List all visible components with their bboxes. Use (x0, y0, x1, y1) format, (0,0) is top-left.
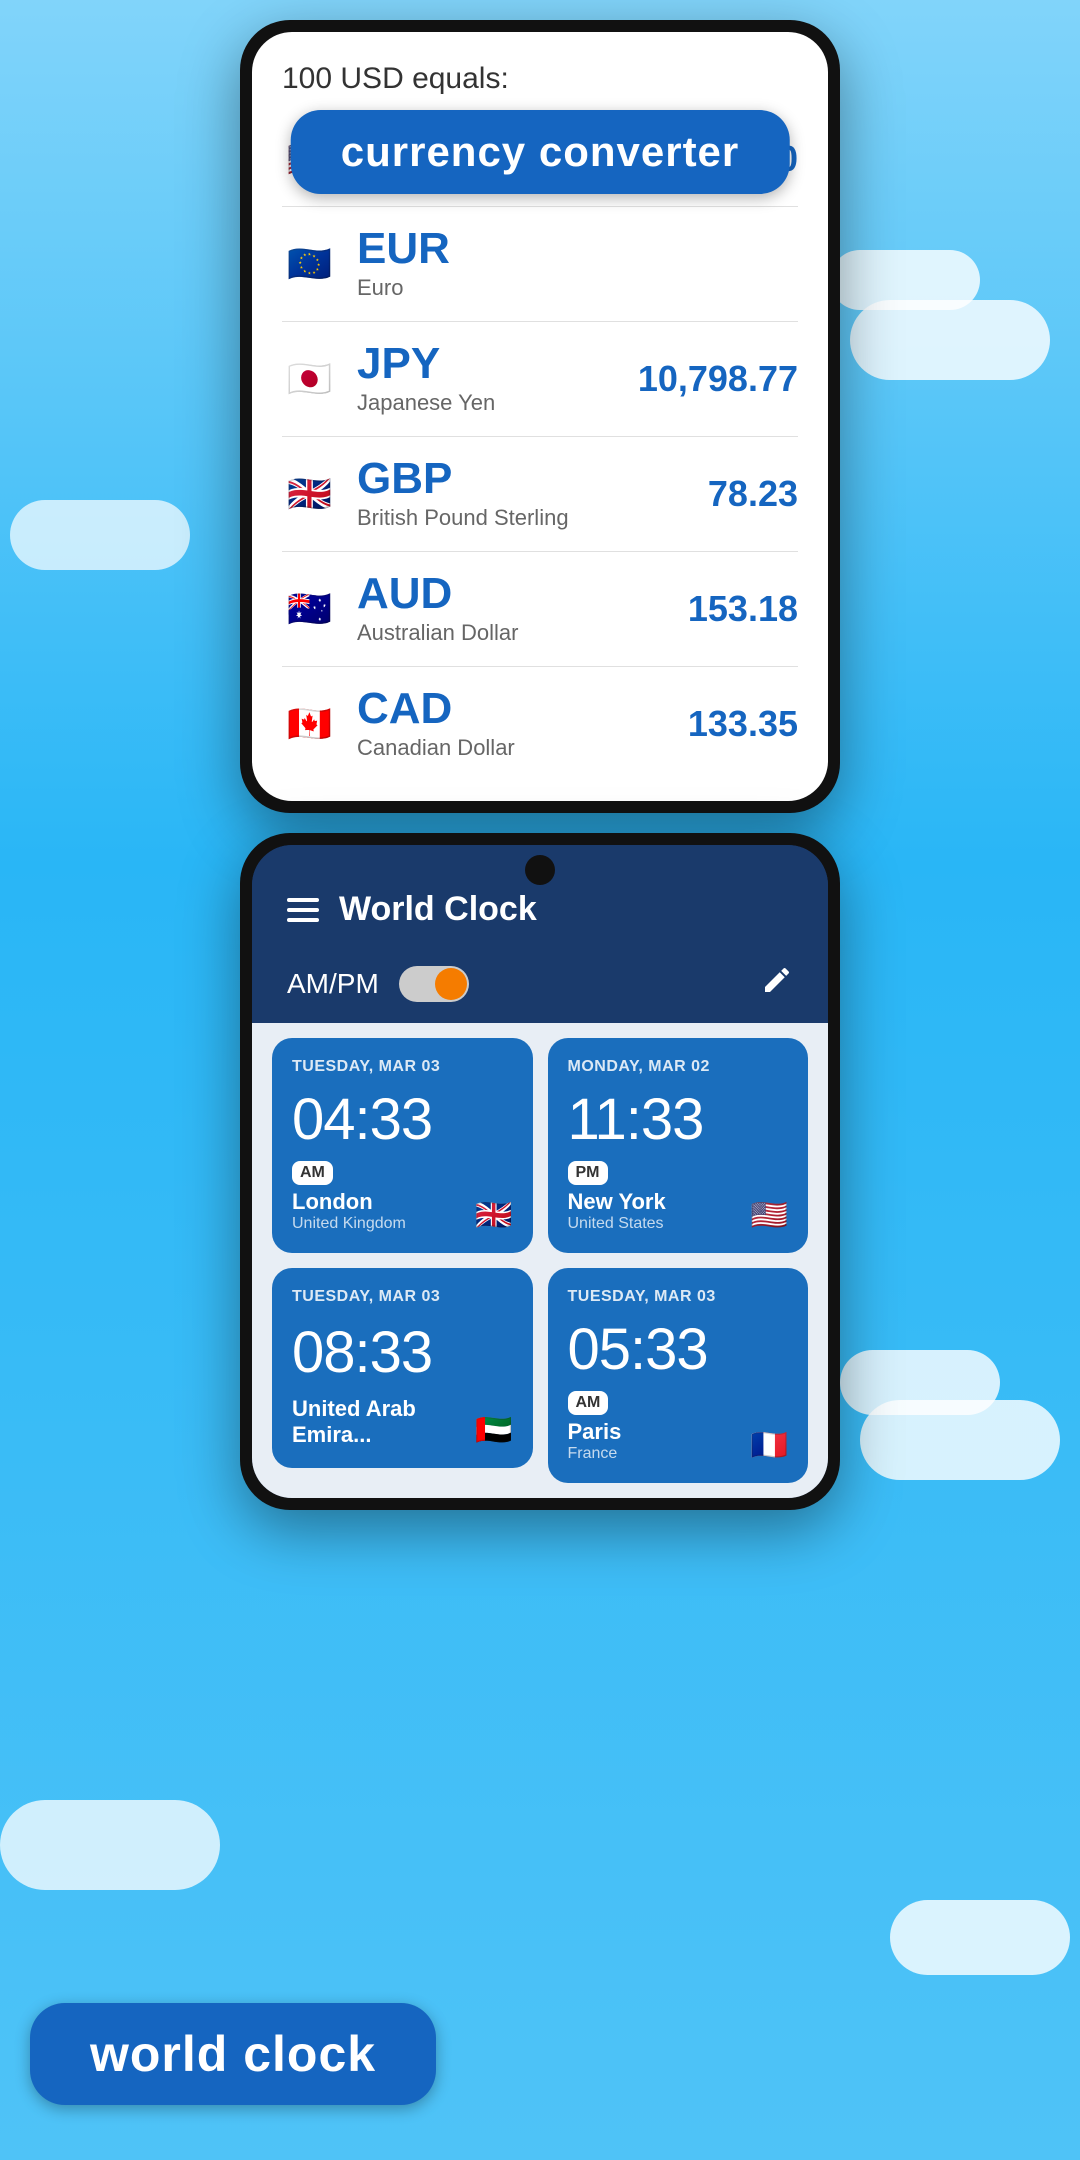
world-clock-bottom-label: world clock (30, 2003, 436, 2105)
newyork-date: MONDAY, MAR 02 (568, 1058, 789, 1076)
currency-converter-phone: currency converter 100 USD equals: 🇺🇸 US… (240, 20, 840, 813)
jpy-code: JPY (357, 342, 638, 386)
eur-name: Euro (357, 275, 798, 301)
clock-card-paris[interactable]: TUESDAY, MAR 03 05:33 AM Paris France 🇫🇷 (548, 1268, 809, 1483)
london-time: 04:33 (292, 1086, 513, 1153)
aud-info: AUD Australian Dollar (357, 572, 688, 646)
paris-date: TUESDAY, MAR 03 (568, 1288, 789, 1306)
cad-code: CAD (357, 687, 688, 731)
gbp-code: GBP (357, 457, 708, 501)
newyork-footer: PM New York United States 🇺🇸 (568, 1161, 789, 1233)
jpy-flag: 🇯🇵 (282, 352, 337, 407)
eur-flag: 🇪🇺 (282, 237, 337, 292)
newyork-country: United States (568, 1215, 666, 1233)
currency-row-eur[interactable]: 🇪🇺 EUR Euro (282, 207, 798, 322)
london-date: TUESDAY, MAR 03 (292, 1058, 513, 1076)
jpy-name: Japanese Yen (357, 390, 638, 416)
london-city-info: AM London United Kingdom (292, 1161, 406, 1233)
currency-row-gbp[interactable]: 🇬🇧 GBP British Pound Sterling 78.23 (282, 437, 798, 552)
newyork-city: New York (568, 1189, 666, 1215)
phone-notch (525, 855, 555, 885)
clock-card-newyork[interactable]: MONDAY, MAR 02 11:33 PM New York United … (548, 1038, 809, 1253)
newyork-time: 11:33 (568, 1086, 789, 1153)
world-clock-toolbar: AM/PM (252, 949, 828, 1023)
london-city: London (292, 1189, 406, 1215)
uae-date: TUESDAY, MAR 03 (292, 1288, 513, 1306)
newyork-ampm: PM (568, 1161, 608, 1185)
clock-card-london[interactable]: TUESDAY, MAR 03 04:33 AM London United K… (272, 1038, 533, 1253)
hamburger-line-3 (287, 918, 319, 922)
eur-code: EUR (357, 227, 798, 271)
gbp-info: GBP British Pound Sterling (357, 457, 708, 531)
uae-city-info: United Arab Emira... (292, 1396, 475, 1448)
cad-info: CAD Canadian Dollar (357, 687, 688, 761)
page-content: currency converter 100 USD equals: 🇺🇸 US… (0, 0, 1080, 1510)
uae-footer: United Arab Emira... 🇦🇪 (292, 1396, 513, 1448)
paris-footer: AM Paris France 🇫🇷 (568, 1391, 789, 1463)
edit-icon[interactable] (761, 964, 793, 1003)
uae-flag: 🇦🇪 (475, 1413, 512, 1448)
aud-code: AUD (357, 572, 688, 616)
cad-value: 133.35 (688, 703, 798, 745)
newyork-city-info: PM New York United States (568, 1161, 666, 1233)
london-flag: 🇬🇧 (475, 1198, 512, 1233)
paris-ampm: AM (568, 1391, 609, 1415)
paris-city-info: AM Paris France (568, 1391, 622, 1463)
london-footer: AM London United Kingdom 🇬🇧 (292, 1161, 513, 1233)
newyork-flag: 🇺🇸 (751, 1198, 788, 1233)
ampm-label: AM/PM (287, 968, 379, 1000)
eur-info: EUR Euro (357, 227, 798, 301)
gbp-flag: 🇬🇧 (282, 467, 337, 522)
jpy-info: JPY Japanese Yen (357, 342, 638, 416)
ampm-toggle[interactable] (399, 966, 469, 1002)
world-clock-screen: World Clock AM/PM TUESDAY, MAR 03 (252, 845, 828, 1498)
cad-name: Canadian Dollar (357, 735, 688, 761)
paris-flag: 🇫🇷 (751, 1428, 788, 1463)
gbp-value: 78.23 (708, 473, 798, 515)
london-ampm: AM (292, 1161, 333, 1185)
clock-grid: TUESDAY, MAR 03 04:33 AM London United K… (252, 1023, 828, 1498)
currency-header: 100 USD equals: (282, 52, 798, 96)
hamburger-line-2 (287, 908, 319, 912)
gbp-name: British Pound Sterling (357, 505, 708, 531)
currency-row-jpy[interactable]: 🇯🇵 JPY Japanese Yen 10,798.77 (282, 322, 798, 437)
paris-country: France (568, 1445, 622, 1463)
world-clock-phone: World Clock AM/PM TUESDAY, MAR 03 (240, 833, 840, 1510)
toggle-knob (435, 968, 467, 1000)
aud-name: Australian Dollar (357, 620, 688, 646)
jpy-value: 10,798.77 (638, 358, 798, 400)
hamburger-menu[interactable] (287, 898, 319, 922)
hamburger-line-1 (287, 898, 319, 902)
currency-converter-label: currency converter (291, 110, 790, 194)
aud-value: 153.18 (688, 588, 798, 630)
currency-row-aud[interactable]: 🇦🇺 AUD Australian Dollar 153.18 (282, 552, 798, 667)
paris-city: Paris (568, 1419, 622, 1445)
world-clock-title: World Clock (339, 890, 793, 929)
currency-row-cad[interactable]: 🇨🇦 CAD Canadian Dollar 133.35 (282, 667, 798, 781)
london-country: United Kingdom (292, 1215, 406, 1233)
aud-flag: 🇦🇺 (282, 582, 337, 637)
uae-time: 08:33 (292, 1316, 513, 1388)
uae-city: United Arab Emira... (292, 1396, 475, 1448)
clock-card-uae[interactable]: TUESDAY, MAR 03 08:33 United Arab Emira.… (272, 1268, 533, 1468)
paris-time: 05:33 (568, 1316, 789, 1383)
cad-flag: 🇨🇦 (282, 697, 337, 752)
